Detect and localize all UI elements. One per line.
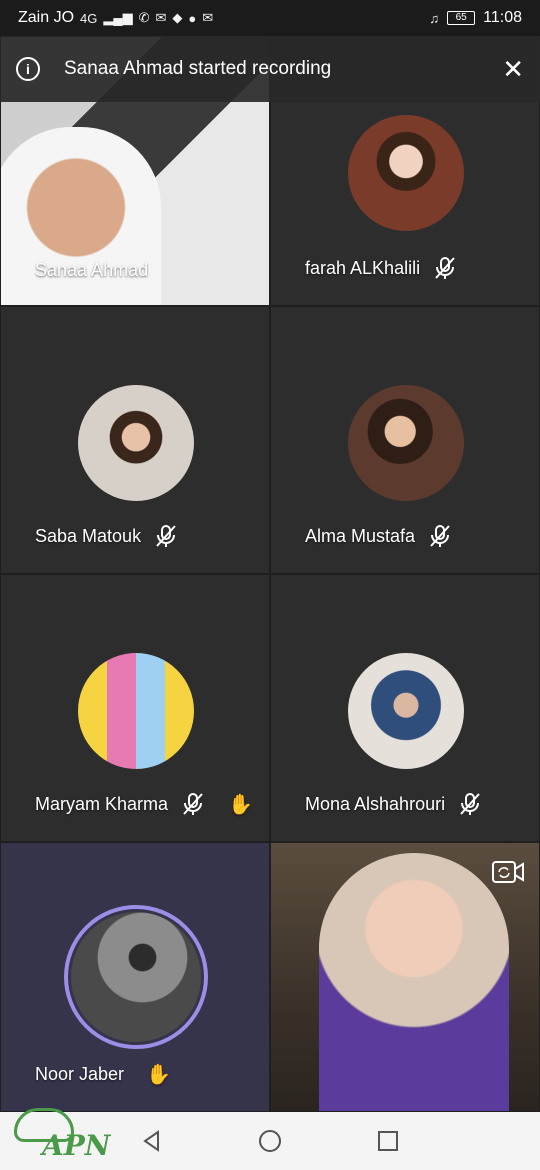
status-bar: Zain JO 4G ▂▄▆ ✆ ✉ ◆ ● ✉ ♫ 65 11:08: [0, 0, 540, 36]
avatar: [348, 653, 464, 769]
mic-muted-icon: [153, 523, 179, 549]
battery-indicator: 65: [447, 11, 476, 25]
close-icon[interactable]: ✕: [502, 56, 524, 82]
carrier-label: Zain JO: [18, 9, 75, 26]
system-nav-bar: APN: [0, 1108, 540, 1170]
participant-name: Noor Jaber: [35, 1064, 125, 1084]
pinterest-icon: ●: [188, 10, 197, 26]
avatar: [348, 115, 464, 231]
participant-name: farah ALKhalili: [305, 257, 421, 278]
participant-grid: Sanaa Ahmad farah ALKhalili Saba Matouk: [0, 36, 540, 1112]
raised-hand-icon: ✋: [146, 1064, 171, 1086]
raised-hand-icon: ✋: [228, 793, 253, 816]
signal-icon: ▂▄▆: [103, 10, 133, 25]
avatar: [64, 905, 208, 1049]
participant-tile[interactable]: Saba Matouk: [0, 306, 270, 574]
mic-muted-icon: [180, 791, 206, 817]
mic-muted-icon: [457, 791, 483, 817]
watermark-logo: APN: [12, 1108, 122, 1168]
mic-muted-icon: [427, 523, 453, 549]
network-label: 4G: [80, 10, 98, 26]
self-video-tile[interactable]: [270, 842, 540, 1112]
switch-camera-icon[interactable]: [491, 857, 525, 887]
participant-name: Mona Alshahrouri: [305, 793, 446, 814]
participant-name: Alma Mustafa: [305, 525, 416, 546]
mail-icon: ✉: [155, 10, 167, 25]
recents-button[interactable]: [374, 1127, 402, 1155]
clock: 11:08: [483, 9, 522, 26]
participant-name: Sanaa Ahmad: [35, 260, 149, 280]
participant-name: Maryam Kharma: [35, 793, 169, 814]
participant-tile[interactable]: Mona Alshahrouri: [270, 574, 540, 842]
home-button[interactable]: [256, 1127, 284, 1155]
teams-meeting-screen: Zain JO 4G ▂▄▆ ✆ ✉ ◆ ● ✉ ♫ 65 11:08 Sana…: [0, 0, 540, 1170]
banner-text: Sanaa Ahmad started recording: [64, 58, 332, 79]
participant-tile-active-speaker[interactable]: Noor Jaber ✋: [0, 842, 270, 1112]
info-icon: i: [16, 57, 40, 81]
gmail-icon: ✉: [202, 10, 214, 25]
headset-icon: ♫: [429, 10, 440, 26]
twitter-icon: ◆: [172, 10, 183, 25]
participant-tile[interactable]: Maryam Kharma ✋: [0, 574, 270, 842]
participant-tile[interactable]: Alma Mustafa: [270, 306, 540, 574]
recording-banner: i Sanaa Ahmad started recording ✕: [0, 36, 540, 102]
avatar: [78, 653, 194, 769]
back-button[interactable]: [138, 1127, 166, 1155]
avatar: [348, 385, 464, 501]
phone-icon: ✆: [138, 10, 150, 25]
avatar: [78, 385, 194, 501]
participant-name: Saba Matouk: [35, 525, 142, 546]
mic-muted-icon: [432, 255, 458, 281]
